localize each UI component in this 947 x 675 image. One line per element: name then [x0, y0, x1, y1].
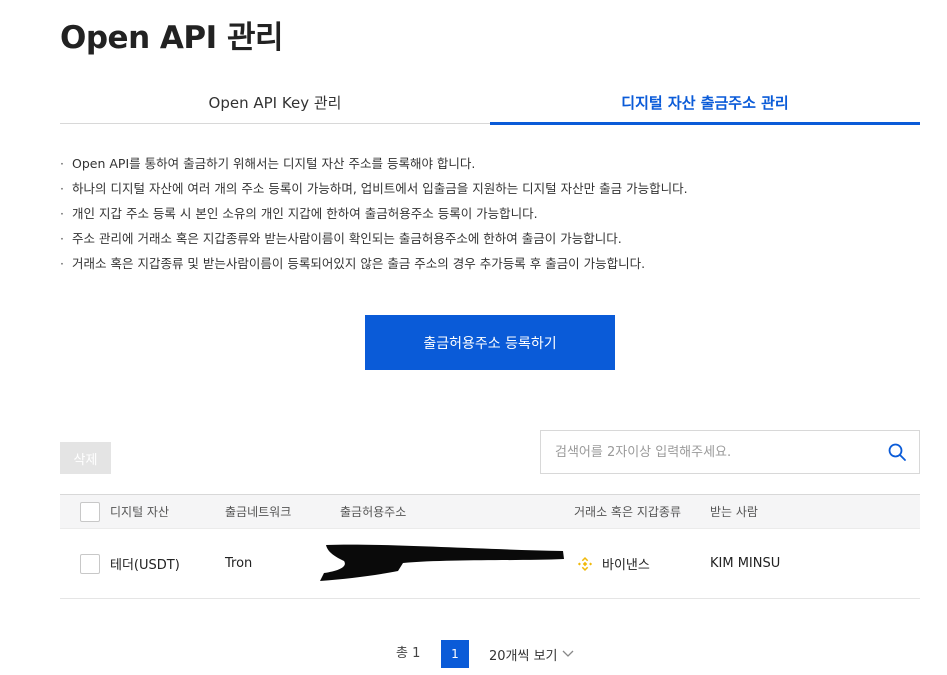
per-page-label: 20개씩 보기 [489, 648, 558, 664]
register-address-button[interactable]: 출금허용주소 등록하기 [365, 315, 615, 370]
exchange-name: 바이낸스 [602, 558, 650, 573]
notice-item: 개인 지갑 주소 등록 시 본인 소유의 개인 지갑에 한하여 출금허용주소 등… [60, 201, 920, 226]
notice-item: Open API를 통하여 출금하기 위해서는 디지털 자산 주소를 등록해야 … [60, 151, 920, 176]
notice-list: Open API를 통하여 출금하기 위해서는 디지털 자산 주소를 등록해야 … [60, 151, 920, 276]
redacted-address [320, 544, 564, 581]
row-checkbox[interactable] [80, 553, 100, 574]
search-box [540, 430, 920, 474]
per-page-select[interactable]: 20개씩 보기 [489, 640, 574, 668]
header-address: 출금허용주소 [340, 505, 407, 519]
notice-item: 주소 관리에 거래소 혹은 지갑종류와 받는사람이름이 확인되는 출금허용주소에… [60, 226, 920, 251]
select-all-checkbox[interactable] [80, 501, 100, 522]
table-header: 디지털 자산 출금네트워크 출금허용주소 거래소 혹은 지갑종류 받는 사람 [60, 494, 920, 529]
binance-icon [577, 556, 593, 571]
tab-open-api-key[interactable]: Open API Key 관리 [60, 80, 490, 124]
header-recipient: 받는 사람 [710, 505, 758, 519]
notice-item: 거래소 혹은 지갑종류 및 받는사람이름이 등록되어있지 않은 출금 주소의 경… [60, 251, 920, 276]
header-exchange: 거래소 혹은 지갑종류 [574, 505, 681, 519]
notice-item: 하나의 디지털 자산에 여러 개의 주소 등록이 가능하며, 업비트에서 입출금… [60, 176, 920, 201]
delete-button[interactable]: 삭제 [60, 442, 111, 474]
chevron-down-icon [562, 650, 573, 657]
page-title: Open API 관리 [60, 20, 284, 56]
tab-withdrawal-address[interactable]: 디지털 자산 출금주소 관리 [490, 80, 920, 125]
header-asset: 디지털 자산 [110, 505, 170, 519]
total-count: 총 1 [396, 646, 421, 661]
row-asset: 테더(USDT) [110, 558, 180, 573]
header-network: 출금네트워크 [225, 505, 292, 519]
row-exchange: 바이낸스 [576, 529, 650, 598]
row-recipient: KIM MINSU [710, 556, 781, 571]
page-button-current[interactable]: 1 [441, 640, 469, 668]
search-icon[interactable] [887, 442, 907, 462]
tab-bar: Open API Key 관리 디지털 자산 출금주소 관리 [60, 80, 920, 125]
pagination: 총 1 1 20개씩 보기 [0, 640, 947, 670]
search-input[interactable] [541, 431, 871, 473]
row-network: Tron [225, 556, 253, 571]
